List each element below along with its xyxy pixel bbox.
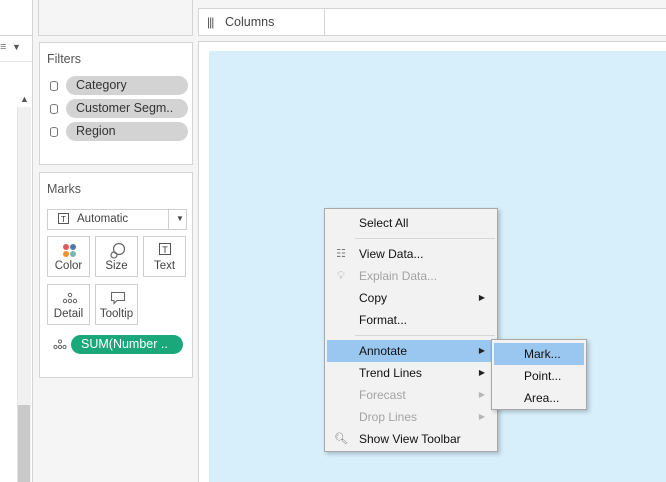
columns-shelf[interactable]: ||| Columns — [198, 8, 666, 36]
menu-item-drop-lines[interactable]: Drop Lines ▶ — [327, 406, 495, 428]
submenu-arrow-icon: ▶ — [478, 346, 485, 355]
size-label: Size — [105, 260, 128, 272]
list-view-icon[interactable]: ≡ — [0, 41, 6, 53]
filter-pill-category[interactable]: Category — [66, 76, 188, 95]
chevron-down-icon: ▼ — [176, 214, 184, 223]
filters-title: Filters — [47, 52, 82, 66]
menu-item-copy[interactable]: Copy ▶ — [327, 287, 495, 309]
submenu-arrow-icon: ▶ — [478, 412, 485, 421]
columns-icon: ||| — [207, 15, 214, 29]
color-label: Color — [54, 260, 83, 272]
data-pane-header — [0, 0, 32, 36]
submenu-item-area[interactable]: Area... — [494, 387, 584, 409]
filter-pill-region[interactable]: Region — [66, 122, 188, 141]
menu-item-explain-data[interactable]: 💡︎ Explain Data... — [327, 265, 495, 287]
menu-item-label: Select All — [359, 216, 409, 230]
context-menu: Select All ☷ View Data... 💡︎ Explain Dat… — [324, 208, 498, 452]
submenu-arrow-icon: ▶ — [478, 368, 485, 377]
marks-card: Marks T Automatic ▼ Color Size T Text De… — [39, 172, 193, 378]
color-icon — [63, 244, 76, 257]
lightbulb-icon: 💡︎ — [337, 270, 345, 282]
menu-item-label: Trend Lines — [359, 366, 422, 380]
scrollbar-thumb[interactable] — [18, 405, 30, 482]
dropdown-divider — [168, 210, 169, 229]
menu-item-forecast[interactable]: Forecast ▶ — [327, 384, 495, 406]
detail-label: Detail — [53, 308, 84, 320]
menu-item-label: Forecast — [359, 388, 406, 402]
menu-item-label: View Data... — [359, 247, 424, 261]
submenu-arrow-icon: ▶ — [478, 293, 485, 302]
scroll-up-arrow-icon[interactable]: ▲ — [20, 94, 29, 104]
menu-item-label: Format... — [359, 313, 408, 327]
menu-item-label: Explain Data... — [359, 269, 438, 283]
detail-icon — [62, 292, 78, 304]
mark-type-value: Automatic — [77, 213, 129, 225]
menu-item-label: Drop Lines — [359, 410, 418, 424]
text-button[interactable]: T Text — [143, 236, 186, 277]
size-icon — [110, 242, 126, 259]
detail-icon — [53, 339, 67, 350]
chevron-down-icon[interactable]: ▼ — [12, 42, 21, 52]
size-button[interactable]: Size — [95, 236, 138, 277]
submenu-item-mark[interactable]: Mark... — [494, 343, 584, 365]
menu-item-trend-lines[interactable]: Trend Lines ▶ — [327, 362, 495, 384]
shelf-divider — [324, 8, 325, 36]
menu-item-label: Copy — [359, 291, 388, 305]
tooltip-button[interactable]: Tooltip — [95, 284, 138, 325]
submenu-arrow-icon: ▶ — [478, 390, 485, 399]
dimension-icon — [50, 127, 58, 137]
zoom-icon: 🔍︎ — [334, 433, 348, 445]
menu-item-label: Show View Toolbar — [359, 432, 461, 446]
menu-item-show-view-toolbar[interactable]: 🔍︎ Show View Toolbar — [327, 428, 495, 450]
measure-pill[interactable]: SUM(Number .. — [71, 335, 183, 354]
marks-title: Marks — [47, 182, 82, 196]
tooltip-icon — [110, 291, 126, 305]
table-icon: ☷ — [336, 248, 346, 260]
text-label: Text — [153, 260, 176, 272]
text-mark-icon: T — [58, 213, 69, 224]
menu-item-view-data[interactable]: ☷ View Data... — [327, 243, 495, 265]
menu-item-select-all[interactable]: Select All — [327, 212, 495, 234]
menu-separator — [355, 238, 495, 239]
pages-card — [38, 0, 193, 36]
filter-pill-customer-segment[interactable]: Customer Segm.. — [66, 99, 188, 118]
menu-item-label: Annotate — [359, 344, 408, 358]
columns-label: Columns — [225, 15, 275, 29]
data-pane-toolrow: ≡ ▼ — [0, 36, 32, 62]
mark-type-dropdown[interactable]: T Automatic ▼ — [47, 209, 187, 230]
menu-separator — [355, 335, 495, 336]
menu-item-format[interactable]: Format... — [327, 309, 495, 331]
submenu-item-point[interactable]: Point... — [494, 365, 584, 387]
dimension-icon — [50, 81, 58, 91]
menu-item-annotate[interactable]: Annotate ▶ — [327, 340, 495, 362]
dimension-icon — [50, 104, 58, 114]
tooltip-label: Tooltip — [99, 308, 134, 320]
color-button[interactable]: Color — [47, 236, 90, 277]
text-icon: T — [159, 243, 171, 255]
detail-button[interactable]: Detail — [47, 284, 90, 325]
filters-card: Filters Category Customer Segm.. Region — [39, 42, 193, 165]
annotate-submenu: Mark... Point... Area... — [491, 339, 587, 410]
